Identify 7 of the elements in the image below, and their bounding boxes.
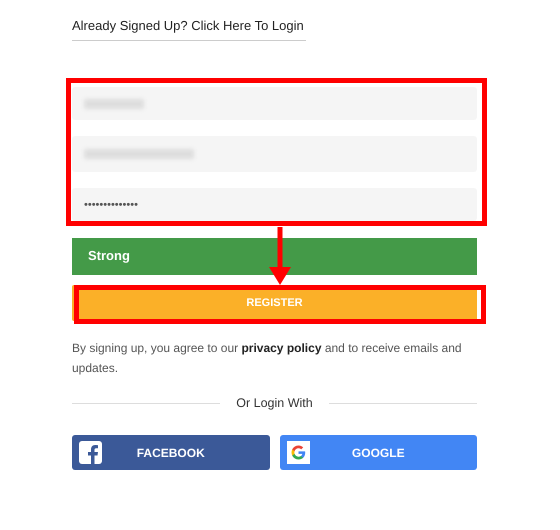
terms-text: By signing up, you agree to our privacy policy and to receive emails and updates. — [72, 340, 463, 377]
password-field[interactable]: •••••••••••••• — [72, 188, 477, 221]
divider-label: Or Login With — [236, 396, 313, 410]
login-link[interactable]: Already Signed Up? Click Here To Login — [72, 18, 306, 41]
strength-label: Strong — [88, 248, 130, 263]
google-login-button[interactable]: GOOGLE — [280, 435, 477, 470]
facebook-login-button[interactable]: FACEBOOK — [72, 435, 270, 470]
